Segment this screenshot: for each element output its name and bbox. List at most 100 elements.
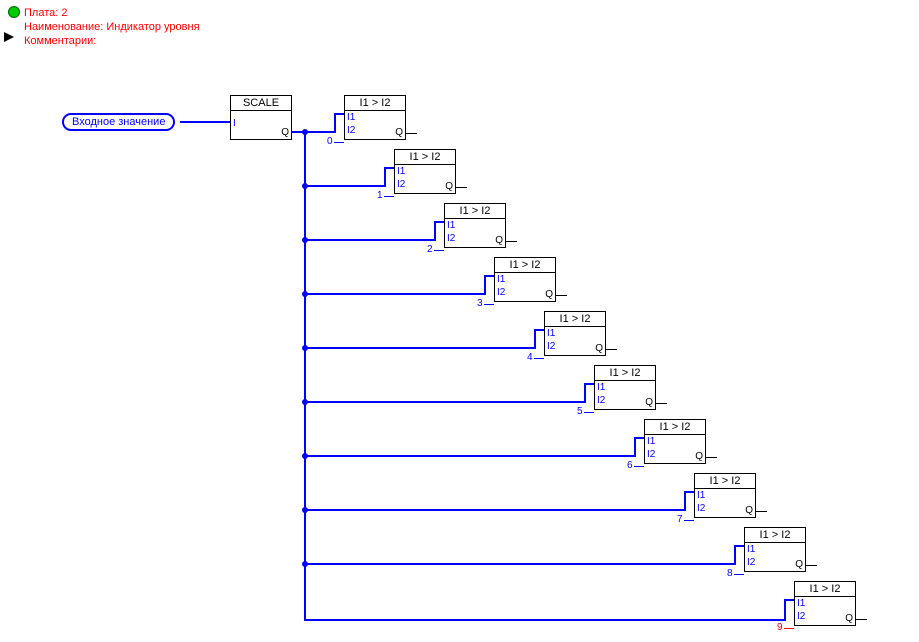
cmp-pin-q: Q bbox=[545, 289, 553, 300]
cmp-block-5[interactable]: I1 > I2 I1 I2 Q bbox=[594, 365, 656, 410]
wire bbox=[684, 520, 694, 521]
cmp-pin-i2: I2 bbox=[397, 179, 405, 190]
cmp-pin-i2: I2 bbox=[497, 287, 505, 298]
scale-title: SCALE bbox=[231, 96, 291, 111]
cmp-pin-i1: I1 bbox=[747, 544, 755, 555]
cmp-block-3[interactable]: I1 > I2 I1 I2 Q bbox=[494, 257, 556, 302]
cmp-pin-i1: I1 bbox=[597, 382, 605, 393]
wire bbox=[305, 293, 485, 295]
cmp-pin-i1: I1 bbox=[547, 328, 555, 339]
input-label: Входное значение bbox=[72, 116, 165, 128]
cmp-title: I1 > I2 bbox=[695, 474, 755, 489]
cmp-pin-i1: I1 bbox=[347, 112, 355, 123]
output-stub bbox=[505, 241, 517, 242]
header: Плата: 2 Наименование: Индикатор уровня … bbox=[24, 6, 200, 48]
wire bbox=[784, 628, 794, 629]
cmp-pin-q: Q bbox=[845, 613, 853, 624]
const-9: 9 bbox=[777, 622, 783, 633]
input-tag[interactable]: Входное значение bbox=[62, 113, 175, 131]
output-stub bbox=[605, 349, 617, 350]
scale-block[interactable]: SCALE I Q bbox=[230, 95, 292, 140]
wire bbox=[305, 131, 335, 133]
cmp-pin-q: Q bbox=[395, 127, 403, 138]
const-3: 3 bbox=[477, 298, 483, 309]
wire bbox=[534, 329, 536, 349]
cmp-block-2[interactable]: I1 > I2 I1 I2 Q bbox=[444, 203, 506, 248]
output-stub bbox=[455, 187, 467, 188]
wire bbox=[305, 563, 735, 565]
wire bbox=[334, 113, 344, 115]
cmp-pin-i2: I2 bbox=[347, 125, 355, 136]
wire bbox=[634, 466, 644, 467]
cmp-pin-i1: I1 bbox=[397, 166, 405, 177]
wire bbox=[305, 401, 585, 403]
wire bbox=[334, 113, 336, 133]
wire bbox=[684, 491, 686, 511]
cmp-pin-i1: I1 bbox=[497, 274, 505, 285]
const-7: 7 bbox=[677, 514, 683, 525]
wire bbox=[305, 509, 685, 511]
wire bbox=[305, 619, 785, 621]
cmp-title: I1 > I2 bbox=[745, 528, 805, 543]
scale-pin-q: Q bbox=[281, 127, 289, 138]
cmp-pin-i2: I2 bbox=[747, 557, 755, 568]
cmp-title: I1 > I2 bbox=[345, 96, 405, 111]
wire bbox=[334, 142, 344, 143]
wire bbox=[484, 304, 494, 305]
wire bbox=[180, 121, 230, 123]
wire bbox=[305, 185, 385, 187]
cmp-pin-i2: I2 bbox=[647, 449, 655, 460]
cmp-block-8[interactable]: I1 > I2 I1 I2 Q bbox=[744, 527, 806, 572]
cmp-title: I1 > I2 bbox=[495, 258, 555, 273]
status-dot bbox=[8, 6, 20, 18]
wire bbox=[784, 599, 794, 601]
comment-arrow-icon bbox=[4, 32, 14, 42]
const-4: 4 bbox=[527, 352, 533, 363]
cmp-pin-q: Q bbox=[495, 235, 503, 246]
const-8: 8 bbox=[727, 568, 733, 579]
cmp-title: I1 > I2 bbox=[645, 420, 705, 435]
cmp-pin-q: Q bbox=[795, 559, 803, 570]
cmp-title: I1 > I2 bbox=[795, 582, 855, 597]
cmp-pin-q: Q bbox=[645, 397, 653, 408]
scale-pin-i: I bbox=[233, 118, 236, 129]
const-5: 5 bbox=[577, 406, 583, 417]
cmp-block-9[interactable]: I1 > I2 I1 I2 Q bbox=[794, 581, 856, 626]
output-stub bbox=[805, 565, 817, 566]
wire bbox=[784, 599, 786, 621]
wire bbox=[384, 167, 394, 169]
cmp-title: I1 > I2 bbox=[395, 150, 455, 165]
wire bbox=[434, 250, 444, 251]
diagram-canvas[interactable]: Плата: 2 Наименование: Индикатор уровня … bbox=[0, 0, 919, 642]
cmp-title: I1 > I2 bbox=[545, 312, 605, 327]
header-board: Плата: 2 bbox=[24, 6, 200, 20]
wire bbox=[305, 239, 435, 241]
wire bbox=[305, 455, 635, 457]
cmp-pin-i2: I2 bbox=[697, 503, 705, 514]
cmp-pin-i1: I1 bbox=[647, 436, 655, 447]
output-stub bbox=[655, 403, 667, 404]
header-name: Наименование: Индикатор уровня bbox=[24, 20, 200, 34]
cmp-block-4[interactable]: I1 > I2 I1 I2 Q bbox=[544, 311, 606, 356]
cmp-block-6[interactable]: I1 > I2 I1 I2 Q bbox=[644, 419, 706, 464]
const-0: 0 bbox=[327, 136, 333, 147]
cmp-pin-i2: I2 bbox=[547, 341, 555, 352]
header-comments: Комментарии: bbox=[24, 34, 200, 48]
cmp-block-1[interactable]: I1 > I2 I1 I2 Q bbox=[394, 149, 456, 194]
const-6: 6 bbox=[627, 460, 633, 471]
wire bbox=[534, 358, 544, 359]
cmp-pin-q: Q bbox=[595, 343, 603, 354]
wire bbox=[434, 221, 436, 241]
cmp-pin-q: Q bbox=[745, 505, 753, 516]
wire bbox=[434, 221, 444, 223]
output-stub bbox=[755, 511, 767, 512]
wire bbox=[584, 383, 586, 403]
const-1: 1 bbox=[377, 190, 383, 201]
cmp-block-7[interactable]: I1 > I2 I1 I2 Q bbox=[694, 473, 756, 518]
cmp-pin-i2: I2 bbox=[447, 233, 455, 244]
wire bbox=[484, 275, 486, 295]
output-stub bbox=[705, 457, 717, 458]
cmp-block-0[interactable]: I1 > I2 I1 I2 Q bbox=[344, 95, 406, 140]
wire bbox=[484, 275, 494, 277]
wire bbox=[534, 329, 544, 331]
